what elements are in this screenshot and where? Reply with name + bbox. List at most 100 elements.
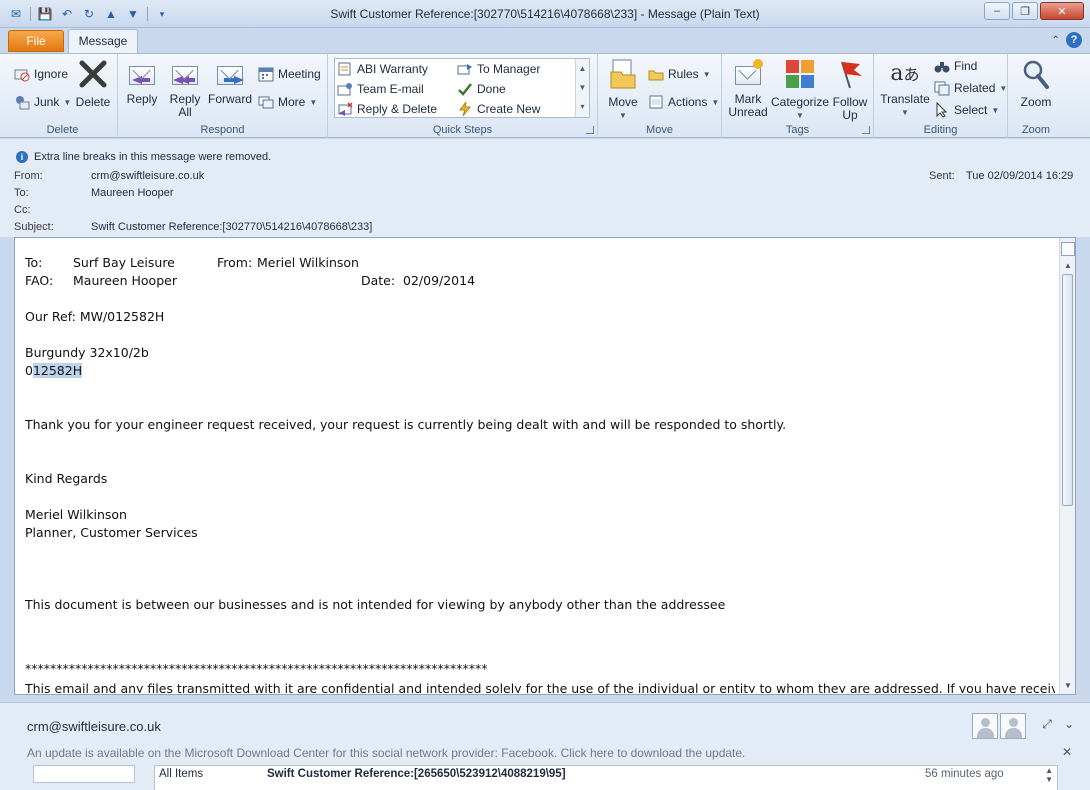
infobar[interactable]: i Extra line breaks in this message were… [16,151,271,163]
dialog-launcher-icon[interactable] [862,126,870,134]
tab-file[interactable]: File [8,30,64,52]
group-quick-steps: ABI Warranty Team E-mail Reply & Delete … [328,54,598,138]
calendar-icon [258,67,274,82]
people-search-box[interactable] [33,765,135,783]
avatar[interactable] [1000,713,1026,739]
junk-button[interactable]: Junk ▼ [14,93,71,111]
close-icon[interactable]: ✕ [1062,745,1072,759]
forward-button[interactable]: Forward [208,58,252,106]
activity-item-subject[interactable]: Swift Customer Reference:[265650\523912\… [267,768,566,780]
forward-icon [214,58,246,90]
dialog-launcher-icon[interactable] [586,126,594,134]
body-sender-title: Planner, Customer Services [25,525,198,540]
quick-step-create-new[interactable]: Create New [457,100,540,118]
quick-step-done[interactable]: Done [457,80,506,98]
tab-message[interactable]: Message [68,29,138,54]
reply-all-icon [169,58,201,90]
quick-step-team-email[interactable]: Team E-mail [337,80,424,98]
to-value[interactable]: Maureen Hooper [91,187,174,199]
chevron-down-icon: ▼ [702,69,711,79]
quick-step-abi-warranty[interactable]: ABI Warranty [337,60,428,78]
scroll-down-icon[interactable]: ▼ [576,78,589,97]
help-icon[interactable]: ? [1066,32,1082,48]
activity-item-time: 56 minutes ago [925,768,1004,780]
junk-label: Junk [34,95,60,109]
vertical-scrollbar[interactable]: ▲ ▼ [1059,238,1075,694]
collapse-icon[interactable]: ⌄ [1062,717,1076,731]
mark-unread-button[interactable]: Mark Unread [726,58,770,119]
delete-button[interactable]: Delete [74,58,112,109]
close-button[interactable]: ✕ [1040,2,1084,20]
document-icon [338,62,351,76]
quick-step-to-manager[interactable]: To Manager [457,60,540,78]
translate-icon: aあ [890,61,920,86]
quick-steps-scrollbar[interactable]: ▲ ▼ ▾ [575,59,589,117]
avatar[interactable] [972,713,998,739]
body-sender-name: Meriel Wilkinson [25,507,127,522]
people-pane-strip: All Items Swift Customer Reference:[2656… [0,763,1090,790]
message-body-text[interactable]: To: Surf Bay Leisure From: Meriel Wilkin… [25,253,1055,693]
find-button[interactable]: Find [934,57,977,75]
ribbon: Ignore Junk ▼ Delete Delete Reply Reply … [0,53,1090,138]
body-product: Burgundy 32x10/2b [25,345,149,360]
cc-label: Cc: [14,204,31,216]
body-to-label: To: [25,255,43,270]
all-items-tab[interactable]: All Items [159,768,203,780]
scroll-down-icon[interactable]: ▲ ▼ [1045,766,1053,784]
body-regards: Kind Regards [25,471,108,486]
expand-icon[interactable]: ⤢ [1040,717,1054,731]
meeting-button[interactable]: Meeting [258,65,321,83]
minimize-button[interactable]: – [984,2,1010,20]
reply-all-button[interactable]: Reply All [166,58,204,119]
magnifier-icon [1023,60,1049,89]
page-zoom-icon[interactable] [1061,242,1075,256]
select-label: Select [954,103,988,117]
follow-up-label-2: Up [842,108,858,122]
window-controls: – ❐ ✕ [984,2,1084,20]
more-button[interactable]: More ▼ [258,93,317,111]
minimize-ribbon-icon[interactable]: ⌃ [1052,35,1060,46]
people-pane-name[interactable]: crm@swiftleisure.co.uk [27,719,161,734]
reply-icon [126,58,158,90]
restore-button[interactable]: ❐ [1012,2,1038,20]
zoom-label: Zoom [1020,95,1052,109]
actions-button[interactable]: Actions ▼ [648,93,719,111]
follow-up-button[interactable]: Follow Up [830,58,870,122]
find-label: Find [954,59,978,73]
expand-gallery-icon[interactable]: ▾ [576,97,589,116]
group-label-editing: Editing [923,124,958,136]
zoom-button[interactable]: Zoom [1016,58,1056,109]
reply-button[interactable]: Reply [124,58,160,106]
scroll-down-arrow[interactable]: ▼ [1060,678,1076,694]
body-date-value: 02/09/2014 [403,273,476,288]
from-value[interactable]: crm@swiftleisure.co.uk [91,170,204,182]
activity-list[interactable]: All Items Swift Customer Reference:[2656… [154,765,1058,790]
quick-step-reply-delete[interactable]: Reply & Delete [337,100,437,118]
forward-arrow-icon [457,64,472,75]
checkmark-icon [458,83,472,96]
translate-button[interactable]: aあ Translate ▼ [878,58,932,119]
lightning-icon [459,101,472,117]
quick-step-label: Done [477,82,506,96]
group-editing: aあ Translate ▼ Find Related ▼ Select ▼ E… [874,54,1008,138]
chevron-down-icon: ▼ [309,97,318,107]
mark-unread-icon [732,58,764,90]
update-notice[interactable]: An update is available on the Microsoft … [27,746,745,760]
quick-step-label: To Manager [477,62,541,76]
move-button[interactable]: Move ▼ [604,58,642,122]
group-label-quick-steps: Quick Steps [432,124,493,136]
rules-button[interactable]: Rules ▼ [648,65,711,83]
related-button[interactable]: Related ▼ [934,79,1007,97]
scroll-thumb[interactable] [1062,274,1073,506]
rules-label: Rules [668,67,699,81]
message-header: i Extra line breaks in this message were… [0,139,1090,237]
group-respond: Reply Reply All Forward Meeting More ▼ R… [118,54,328,138]
ignore-button[interactable]: Ignore [14,65,68,83]
scroll-up-icon[interactable]: ▲ [576,59,589,78]
message-body[interactable]: To: Surf Bay Leisure From: Meriel Wilkin… [14,237,1076,695]
quick-step-label: Team E-mail [357,82,424,96]
categorize-button[interactable]: Categorize ▼ [770,58,830,122]
scroll-up-arrow[interactable]: ▲ [1060,258,1076,274]
select-button[interactable]: Select ▼ [934,101,999,119]
junk-icon [16,96,30,110]
